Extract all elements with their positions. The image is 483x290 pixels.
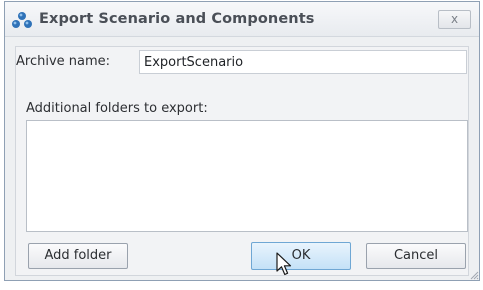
close-icon: x [450, 12, 459, 26]
ok-button[interactable]: OK [251, 242, 351, 270]
archive-name-label: Archive name: [16, 54, 111, 69]
dialog-title: Export Scenario and Components [39, 11, 315, 27]
additional-folders-label: Additional folders to export: [26, 101, 208, 116]
add-folder-button[interactable]: Add folder [28, 243, 128, 269]
title-bar: Export Scenario and Components x [5, 2, 479, 37]
resize-grip-icon[interactable] [469, 270, 479, 280]
archive-name-input[interactable] [139, 50, 467, 74]
cancel-button[interactable]: Cancel [366, 243, 466, 269]
close-button[interactable]: x [438, 10, 471, 29]
additional-folders-list[interactable] [26, 120, 468, 232]
mouse-pointer-icon [276, 252, 292, 276]
components-icon [12, 12, 32, 28]
